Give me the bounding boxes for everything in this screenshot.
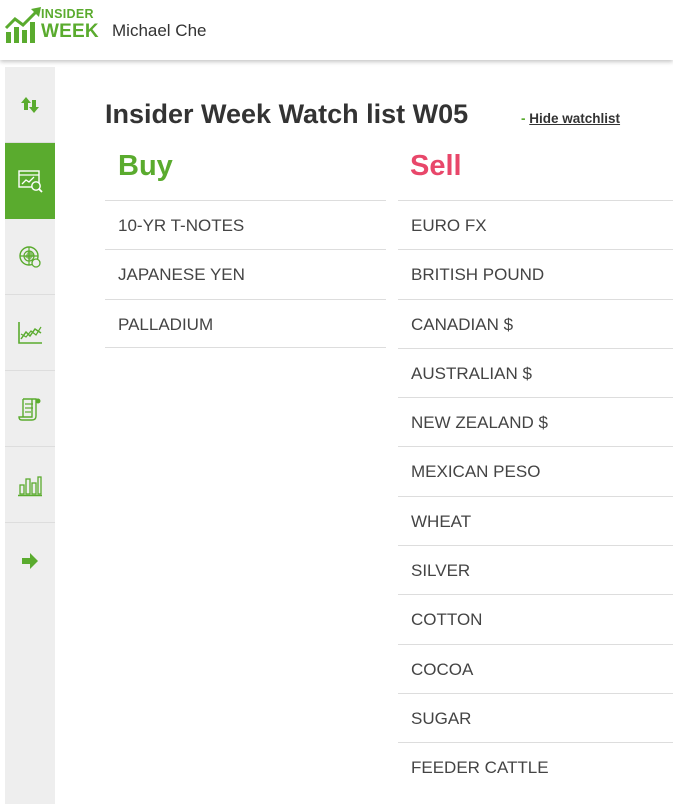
- sell-list-item[interactable]: EURO FX: [398, 200, 673, 249]
- hide-watchlist-dash: -: [521, 111, 526, 126]
- sell-list-item[interactable]: MEXICAN PESO: [398, 446, 673, 495]
- sidebar-item-sort[interactable]: [5, 67, 55, 143]
- sell-list: EURO FX BRITISH POUND CANADIAN $ AUSTRAL…: [398, 200, 673, 792]
- sell-list-item[interactable]: WHEAT: [398, 495, 673, 545]
- chart-window-icon: [18, 169, 43, 193]
- hide-watchlist-link[interactable]: Hide watchlist: [529, 111, 620, 126]
- sell-list-item[interactable]: COTTON: [398, 594, 673, 643]
- page-title: Insider Week Watch list W05: [105, 99, 469, 129]
- buy-list-item[interactable]: 10-YR T-NOTES: [105, 200, 386, 249]
- line-chart-icon: [18, 321, 42, 344]
- sidebar-item-radar[interactable]: [5, 219, 55, 295]
- buy-heading: Buy: [118, 150, 173, 182]
- buy-list-item[interactable]: JAPANESE YEN: [105, 249, 386, 298]
- sell-list-item[interactable]: FEEDER CATTLE: [398, 742, 673, 791]
- logo-line-2: WEEK: [41, 20, 99, 42]
- growth-chart-icon: [4, 7, 41, 43]
- sell-list-item[interactable]: CANADIAN $: [398, 298, 673, 348]
- sidebar-item-expand[interactable]: [5, 523, 55, 599]
- sell-heading: Sell: [410, 150, 462, 182]
- sell-list-item[interactable]: SILVER: [398, 545, 673, 594]
- sell-list-item[interactable]: COCOA: [398, 643, 673, 693]
- sidebar-item-watchlist[interactable]: [5, 143, 55, 219]
- sidebar: [5, 67, 55, 804]
- buy-list-item[interactable]: PALLADIUM: [105, 298, 386, 348]
- sell-list-item[interactable]: NEW ZEALAND $: [398, 397, 673, 446]
- sidebar-item-bar-chart[interactable]: [5, 447, 55, 523]
- sell-list-item[interactable]: SUGAR: [398, 692, 673, 742]
- sell-list-item[interactable]: AUSTRALIAN $: [398, 347, 673, 397]
- sidebar-item-line-chart[interactable]: [5, 295, 55, 371]
- insider-week-logo[interactable]: INSIDER WEEK: [4, 6, 102, 46]
- radar-chart-icon: [19, 245, 41, 268]
- top-header: INSIDER WEEK Michael Che: [0, 0, 673, 60]
- user-name[interactable]: Michael Che: [112, 21, 207, 41]
- sort-arrows-icon: [21, 96, 39, 113]
- bar-chart-icon: [18, 475, 42, 496]
- arrow-right-icon: [22, 553, 38, 569]
- hide-watchlist-control: - Hide watchlist: [521, 111, 620, 126]
- sell-list-item[interactable]: BRITISH POUND: [398, 249, 673, 298]
- logo-line-1: INSIDER: [41, 7, 94, 21]
- sidebar-item-reports[interactable]: [5, 371, 55, 447]
- buy-list: 10-YR T-NOTES JAPANESE YEN PALLADIUM: [105, 200, 386, 348]
- scroll-document-icon: [18, 397, 41, 421]
